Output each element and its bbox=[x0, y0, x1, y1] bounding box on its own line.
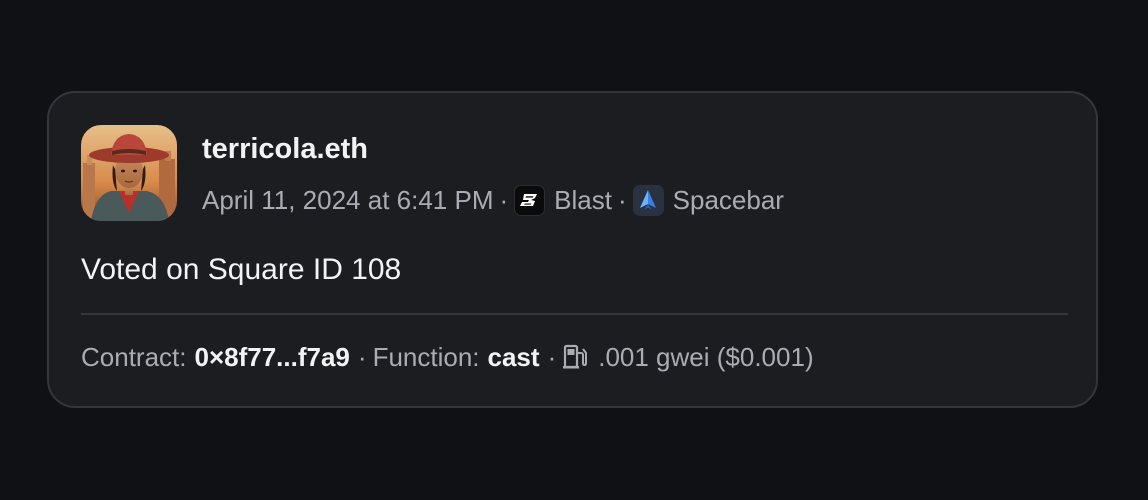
user-avatar[interactable] bbox=[81, 125, 177, 221]
post-meta: April 11, 2024 at 6:41 PM · Blast · Spac… bbox=[202, 182, 784, 218]
spacebar-logo-icon bbox=[632, 184, 664, 216]
footer-separator: · bbox=[357, 341, 367, 372]
activity-card: terricola.eth April 11, 2024 at 6:41 PM … bbox=[47, 91, 1098, 408]
divider bbox=[81, 313, 1068, 315]
gas-pump-icon bbox=[562, 344, 588, 370]
gas-fee: .001 gwei ($0.001) bbox=[598, 341, 814, 372]
blast-logo-icon bbox=[514, 184, 546, 216]
timestamp[interactable]: April 11, 2024 at 6:41 PM bbox=[202, 185, 493, 216]
transaction-details: Contract: 0×8f77...f7a9 · Function: cast… bbox=[81, 338, 814, 376]
contract-address[interactable]: 0×8f77...f7a9 bbox=[195, 342, 350, 373]
footer-separator: · bbox=[547, 341, 557, 372]
app-label[interactable]: Spacebar bbox=[673, 185, 784, 216]
username[interactable]: terricola.eth bbox=[202, 133, 368, 166]
meta-separator: · bbox=[499, 184, 509, 215]
contract-label: Contract: bbox=[81, 341, 187, 372]
chain-label[interactable]: Blast bbox=[554, 185, 612, 216]
function-label: Function: bbox=[372, 341, 480, 372]
function-name: cast bbox=[487, 341, 540, 372]
meta-separator: · bbox=[617, 184, 627, 215]
post-message: Voted on Square ID 108 bbox=[81, 253, 402, 286]
